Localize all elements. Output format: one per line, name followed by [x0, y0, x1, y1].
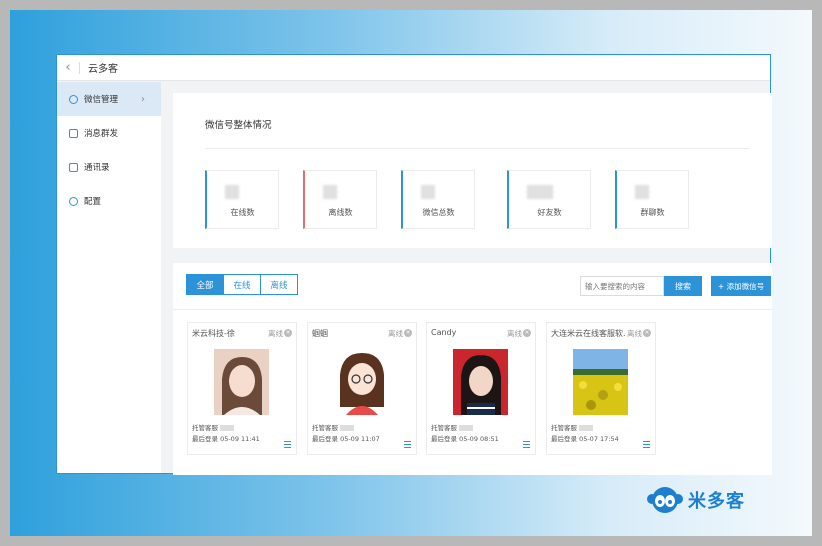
account-last-login: 最后登录 05-09 11:07 [312, 435, 380, 443]
brand-logo: 米多客 [646, 484, 745, 516]
account-owner: 托管客服 [551, 422, 594, 432]
title-bar: ‹ 云多客 [57, 55, 770, 81]
chevron-right-icon: › [141, 93, 145, 105]
account-card[interactable]: 大连米云在线客服软... 离线 × 托管客服 最后登录 05-07 17:54 [546, 322, 656, 455]
menu-icon[interactable] [284, 441, 291, 448]
filter-tabs: 全部 在线 离线 [186, 274, 298, 295]
wechat-icon [69, 94, 78, 104]
account-last-login: 最后登录 05-07 17:54 [551, 435, 619, 443]
stat-label: 微信总数 [422, 208, 455, 217]
account-owner: 托管客服 [312, 422, 355, 432]
account-last-login: 最后登录 05-09 11:41 [192, 435, 260, 443]
stat-value-blurred [635, 185, 649, 199]
account-last-login: 最后登录 05-09 08:51 [431, 435, 499, 443]
avatar [573, 349, 628, 415]
account-card[interactable]: 蝈蝈 离线 × 托管客服 最后登录 05-09 11:07 [307, 322, 417, 455]
avatar [334, 349, 389, 415]
brand-name: 米多客 [688, 491, 745, 512]
sidebar-item-settings[interactable]: 配置 [57, 184, 161, 218]
sidebar: 微信管理 › 消息群发 通讯录 配置 [57, 82, 161, 473]
account-status: 离线 [627, 329, 642, 338]
stat-label: 好友数 [537, 208, 562, 217]
search-input[interactable] [580, 276, 664, 296]
settings-icon [69, 196, 78, 206]
sidebar-item-label: 通讯录 [84, 163, 110, 173]
stat-label: 离线数 [328, 208, 353, 217]
add-wechat-button[interactable]: + 添加微信号 [711, 276, 771, 296]
title-divider [79, 61, 80, 74]
sidebar-item-label: 消息群发 [84, 129, 119, 139]
menu-icon[interactable] [523, 441, 530, 448]
account-owner: 托管客服 [431, 422, 474, 432]
stat-card-groups: 群聊数 [615, 170, 689, 229]
stat-label: 在线数 [230, 208, 255, 217]
account-name: Candy [431, 328, 457, 337]
menu-icon[interactable] [404, 441, 411, 448]
stat-value-blurred [323, 185, 337, 199]
account-status: 离线 [268, 329, 283, 338]
app-window: ‹ 云多客 微信管理 › 消息群发 通讯录 配置 微信号整体情况 在线数 离线数… [56, 54, 772, 475]
tab-online[interactable]: 在线 [223, 274, 261, 295]
stat-value-blurred [225, 185, 239, 199]
account-status: 离线 [507, 329, 522, 338]
close-icon[interactable]: × [404, 329, 412, 337]
divider [205, 148, 750, 149]
stat-card-online: 在线数 [205, 170, 279, 229]
account-status: 离线 [388, 329, 403, 338]
tab-offline[interactable]: 离线 [260, 274, 298, 295]
search-button[interactable]: 搜索 [664, 276, 702, 296]
stat-card-offline: 离线数 [303, 170, 377, 229]
close-icon[interactable]: × [523, 329, 531, 337]
menu-icon[interactable] [643, 441, 650, 448]
message-icon [69, 128, 78, 138]
stat-value-blurred [421, 185, 435, 199]
overview-title: 微信号整体情况 [205, 120, 272, 131]
overview-panel: 微信号整体情况 在线数 离线数 微信总数 好友数 群聊数 [173, 93, 772, 248]
account-name: 米云科技-徐 [192, 329, 235, 338]
avatar [214, 349, 269, 415]
sidebar-item-wechat-management[interactable]: 微信管理 › [57, 82, 161, 116]
account-card[interactable]: 米云科技-徐 离线 × 托管客服 最后登录 05-09 11:41 [187, 322, 297, 455]
sidebar-item-label: 微信管理 [84, 95, 119, 105]
close-icon[interactable]: × [643, 329, 651, 337]
sidebar-item-label: 配置 [84, 197, 102, 207]
divider [173, 309, 772, 310]
stat-card-friends: 好友数 [507, 170, 591, 229]
avatar [453, 349, 508, 415]
stat-value-blurred [527, 185, 553, 199]
account-card[interactable]: Candy 离线 × 托管客服 最后登录 05-09 08:51 [426, 322, 536, 455]
tab-all[interactable]: 全部 [186, 274, 224, 295]
stat-label: 群聊数 [640, 208, 665, 217]
sidebar-item-broadcast[interactable]: 消息群发 [57, 116, 161, 150]
monkey-logo-icon [647, 487, 683, 513]
sidebar-item-contacts[interactable]: 通讯录 [57, 150, 161, 184]
account-list-panel: 全部 在线 离线 搜索 + 添加微信号 米云科技-徐 离线 × 托管客服 最后登… [173, 263, 772, 475]
account-owner: 托管客服 [192, 422, 235, 432]
close-icon[interactable]: × [284, 329, 292, 337]
account-name: 大连米云在线客服软... [551, 329, 625, 338]
contacts-icon [69, 162, 78, 172]
account-name: 蝈蝈 [312, 329, 328, 338]
back-arrow-icon[interactable]: ‹ [57, 60, 79, 75]
app-title: 云多客 [88, 64, 118, 75]
stat-card-total: 微信总数 [401, 170, 475, 229]
